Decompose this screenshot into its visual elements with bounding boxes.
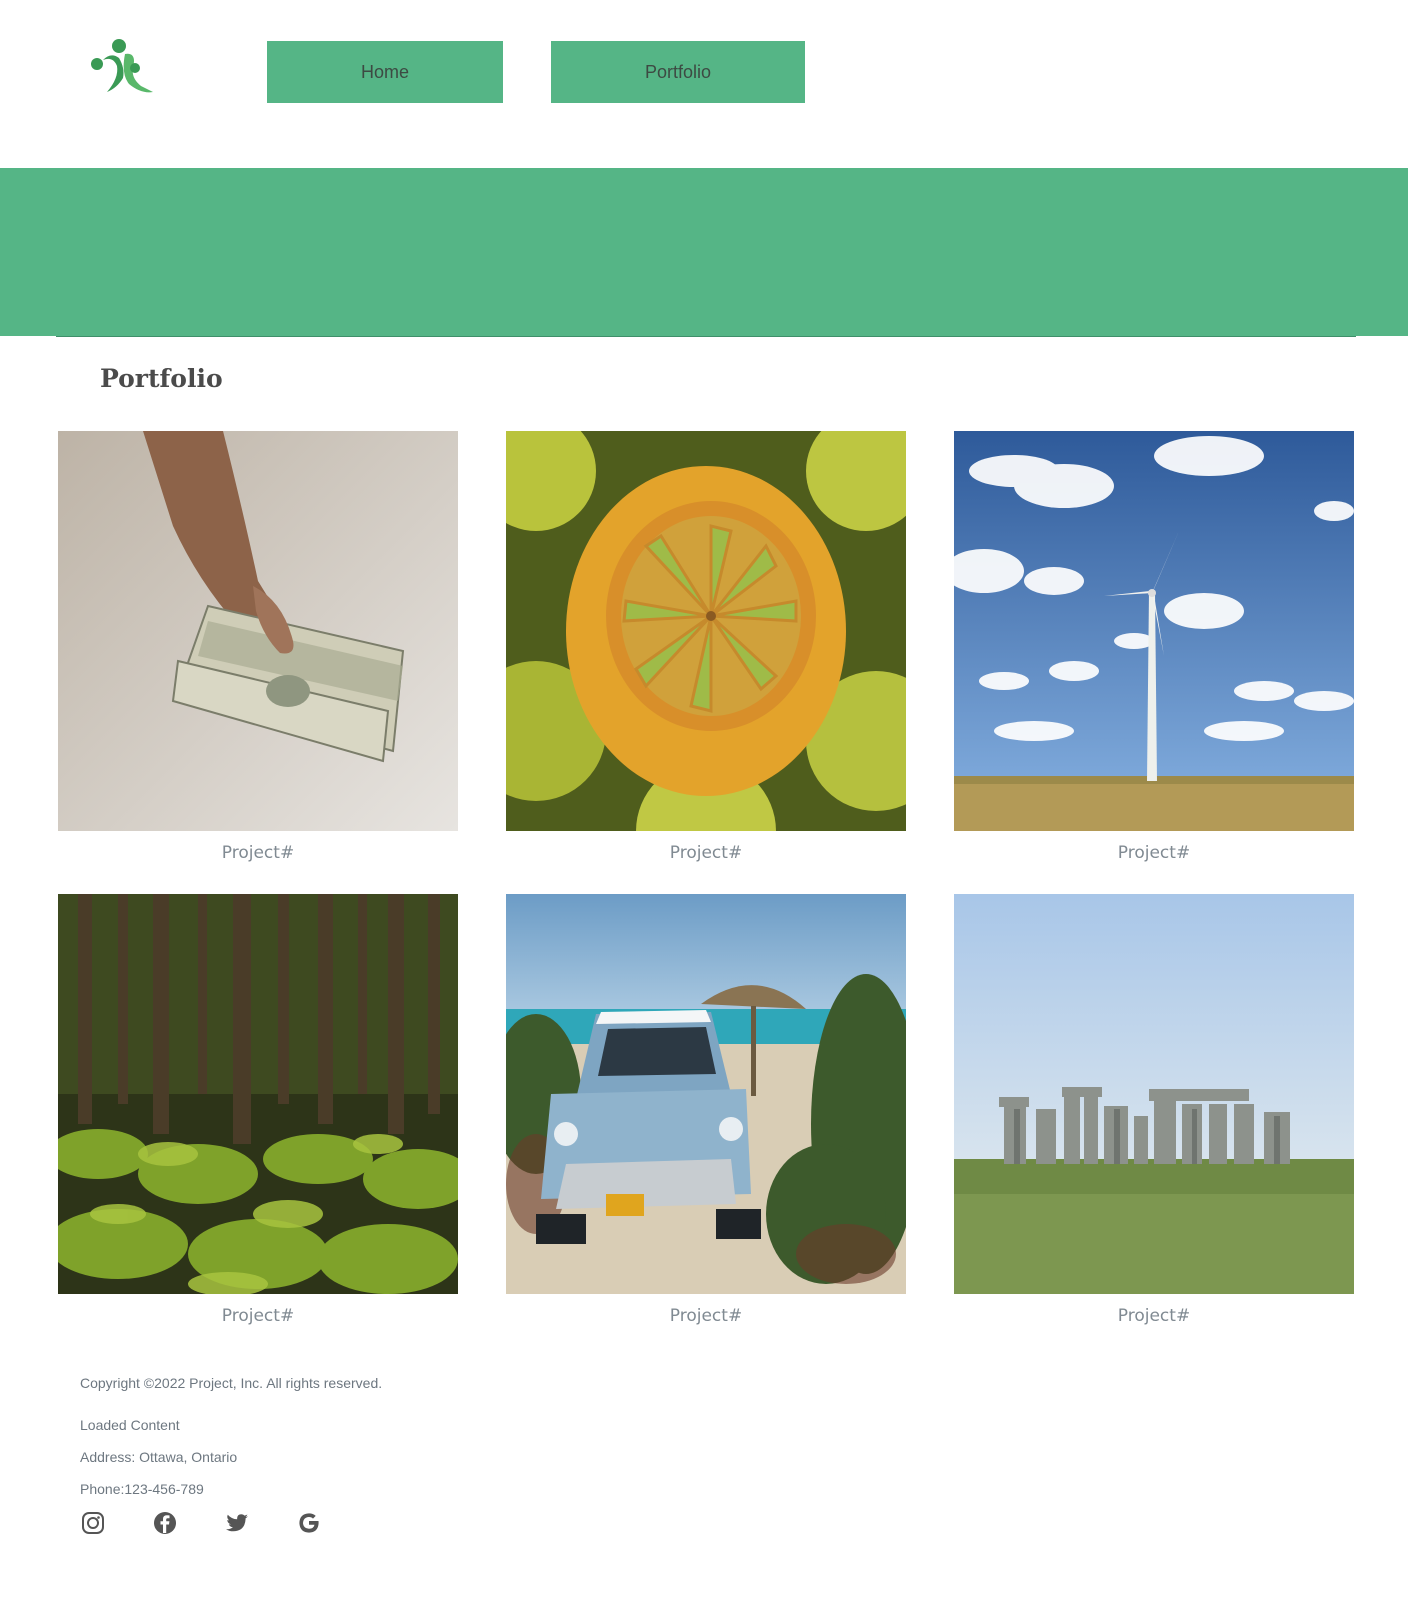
google-icon[interactable] xyxy=(296,1510,322,1536)
project-caption: Project# xyxy=(1117,1306,1191,1326)
project-image-car[interactable] xyxy=(506,894,906,1294)
project-card[interactable]: Project# xyxy=(506,431,906,863)
project-card[interactable]: Project# xyxy=(954,894,1354,1326)
nav-home-button[interactable]: Home xyxy=(267,41,503,103)
divider xyxy=(56,336,1356,337)
project-image-lemon[interactable] xyxy=(506,431,906,831)
project-caption: Project# xyxy=(221,1306,295,1326)
project-caption: Project# xyxy=(669,1306,743,1326)
project-caption: Project# xyxy=(669,843,743,863)
project-card[interactable]: Project# xyxy=(58,431,458,863)
project-image-wind-turbine[interactable] xyxy=(954,431,1354,831)
hero-banner xyxy=(0,168,1408,336)
project-card[interactable]: Project# xyxy=(58,894,458,1326)
site-header: Home Portfolio xyxy=(0,0,1408,168)
page-title: Portfolio xyxy=(100,364,223,393)
instagram-icon[interactable] xyxy=(80,1510,106,1536)
address-text: Address: Ottawa, Ontario xyxy=(80,1449,238,1465)
copyright-text: Copyright ©2022 Project, Inc. All rights… xyxy=(80,1375,383,1391)
nav-portfolio-button[interactable]: Portfolio xyxy=(551,41,805,103)
project-card[interactable]: Project# xyxy=(506,894,906,1326)
project-image-stonehenge[interactable] xyxy=(954,894,1354,1294)
twitter-icon[interactable] xyxy=(224,1510,250,1536)
loaded-content-text: Loaded Content xyxy=(80,1417,180,1433)
project-image-money[interactable] xyxy=(58,431,458,831)
project-image-forest[interactable] xyxy=(58,894,458,1294)
facebook-icon[interactable] xyxy=(152,1510,178,1536)
green-figures-logo-icon[interactable] xyxy=(89,38,155,96)
project-card[interactable]: Project# xyxy=(954,431,1354,863)
phone-text: Phone:123-456-789 xyxy=(80,1481,204,1497)
project-caption: Project# xyxy=(1117,843,1191,863)
project-caption: Project# xyxy=(221,843,295,863)
